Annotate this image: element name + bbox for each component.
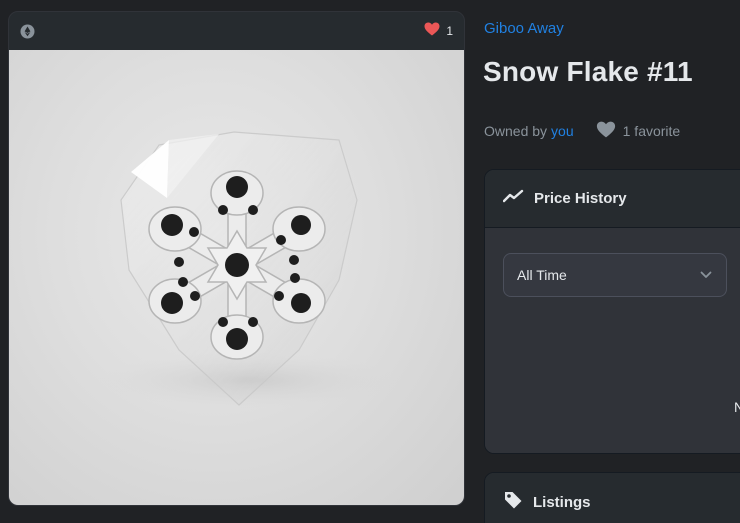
ethereum-chain-icon xyxy=(20,24,35,39)
trending-line-icon xyxy=(502,189,524,208)
owner-row: Owned by you 1 favorite xyxy=(484,121,680,141)
asset-image[interactable] xyxy=(9,50,464,505)
asset-media-card: 1 xyxy=(8,11,465,506)
price-history-header[interactable]: Price History xyxy=(485,170,740,228)
media-header: 1 xyxy=(9,12,464,50)
price-history-title: Price History xyxy=(534,190,627,207)
price-history-panel: Price History All Time N xyxy=(484,169,740,454)
favorites-count-text: 1 favorite xyxy=(622,123,681,139)
favorite-button[interactable]: 1 xyxy=(424,22,453,41)
listings-header[interactable]: Listings xyxy=(485,473,740,523)
heart-icon xyxy=(596,121,623,141)
chevron-down-icon xyxy=(700,266,712,284)
snowflake-artwork xyxy=(99,131,399,408)
time-range-select[interactable]: All Time xyxy=(503,253,727,297)
time-range-value: All Time xyxy=(517,267,567,283)
no-data-text: N xyxy=(734,399,740,415)
price-history-body: All Time N xyxy=(485,228,740,453)
tag-icon xyxy=(503,490,523,515)
collection-link[interactable]: Giboo Away xyxy=(484,20,564,37)
favorites-summary: 1 favorite xyxy=(596,121,681,141)
owner-link[interactable]: you xyxy=(551,123,574,139)
owned-by-label: Owned by xyxy=(484,123,548,139)
heart-icon xyxy=(424,22,440,41)
listings-title: Listings xyxy=(533,493,591,511)
listings-panel: Listings xyxy=(484,472,740,523)
favorite-count: 1 xyxy=(446,24,453,38)
asset-title: Snow Flake #11 xyxy=(483,56,693,87)
